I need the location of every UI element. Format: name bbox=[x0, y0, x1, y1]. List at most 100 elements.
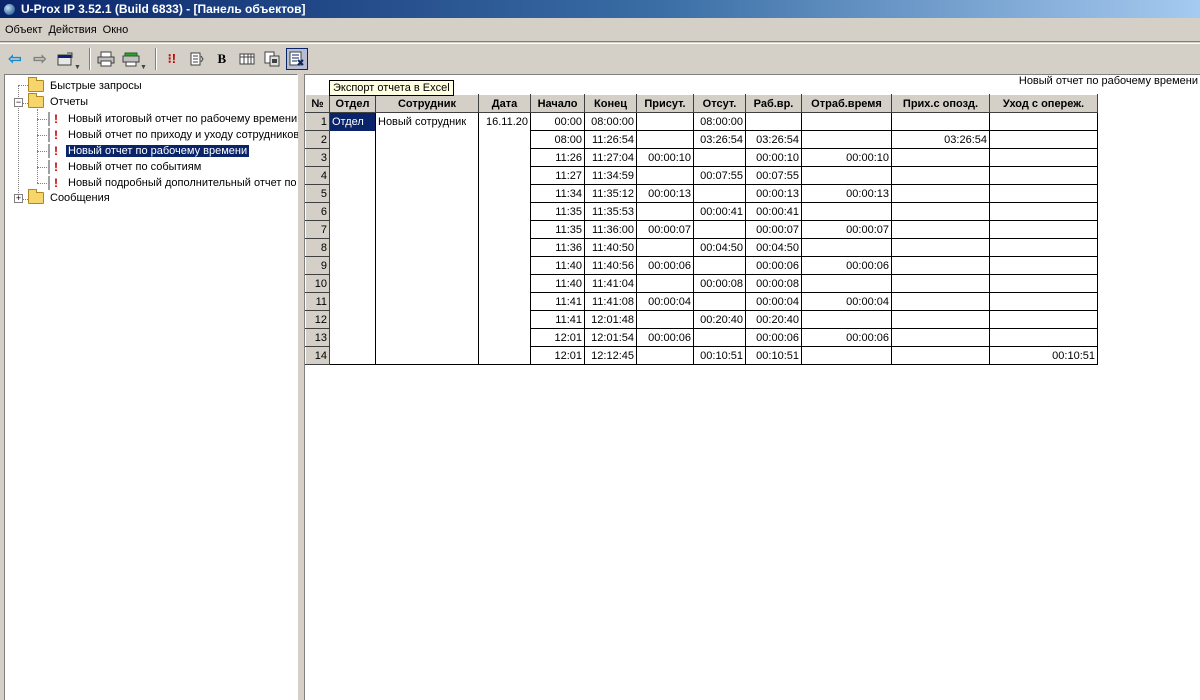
employee-cell[interactable] bbox=[375, 346, 479, 365]
table-cell[interactable]: 08:00:00 bbox=[584, 112, 637, 131]
date-cell[interactable] bbox=[478, 346, 531, 365]
table-cell[interactable]: 00:04:50 bbox=[693, 238, 746, 257]
table-cell[interactable] bbox=[801, 112, 892, 131]
table-cell[interactable]: 00:00:06 bbox=[745, 328, 802, 347]
department-cell[interactable] bbox=[329, 310, 376, 329]
table-cell[interactable]: 00:20:40 bbox=[693, 310, 746, 329]
table-cell[interactable] bbox=[636, 310, 694, 329]
date-cell[interactable] bbox=[478, 202, 531, 221]
table-cell[interactable]: 00:00:13 bbox=[745, 184, 802, 203]
table-cell[interactable]: 00:00:04 bbox=[801, 292, 892, 311]
table-cell[interactable]: 11:34:59 bbox=[584, 166, 637, 185]
date-cell[interactable] bbox=[478, 292, 531, 311]
column-header[interactable]: Отдел bbox=[329, 94, 376, 113]
tree-item-messages[interactable]: Сообщения bbox=[28, 189, 112, 206]
column-header[interactable]: Присут. bbox=[636, 94, 694, 113]
date-cell[interactable] bbox=[478, 130, 531, 149]
table-cell[interactable] bbox=[891, 184, 990, 203]
table-cell[interactable]: 11:40:56 bbox=[584, 256, 637, 275]
table-cell[interactable] bbox=[891, 310, 990, 329]
table-cell[interactable] bbox=[801, 238, 892, 257]
table-cell[interactable]: 11:40 bbox=[530, 274, 585, 293]
table-cell[interactable]: 00:00:10 bbox=[636, 148, 694, 167]
table-cell[interactable]: 00:07:55 bbox=[745, 166, 802, 185]
table-cell[interactable]: 11:41:04 bbox=[584, 274, 637, 293]
row-number[interactable]: 1 bbox=[305, 112, 330, 131]
row-number[interactable]: 11 bbox=[305, 292, 330, 311]
table-cell[interactable] bbox=[693, 256, 746, 275]
table-cell[interactable]: 00:00:06 bbox=[636, 328, 694, 347]
department-cell[interactable] bbox=[329, 130, 376, 149]
tree-item-quick-queries[interactable]: Быстрые запросы bbox=[28, 77, 144, 94]
table-cell[interactable]: 11:35 bbox=[530, 202, 585, 221]
row-number[interactable]: 4 bbox=[305, 166, 330, 185]
properties-dropdown-icon[interactable]: ▼ bbox=[74, 64, 81, 71]
table-cell[interactable] bbox=[636, 166, 694, 185]
table-row[interactable]: 12 11:41 12:01:48 00:20:40 00:20:40 bbox=[305, 310, 1098, 329]
table-cell[interactable]: 00:10:51 bbox=[989, 346, 1098, 365]
table-cell[interactable]: 00:04:50 bbox=[745, 238, 802, 257]
table-cell[interactable] bbox=[989, 328, 1098, 347]
table-cell[interactable]: 00:00:06 bbox=[801, 328, 892, 347]
table-cell[interactable]: 11:41 bbox=[530, 310, 585, 329]
table-cell[interactable] bbox=[636, 130, 694, 149]
table-cell[interactable]: 12:12:45 bbox=[584, 346, 637, 365]
table-cell[interactable] bbox=[693, 328, 746, 347]
employee-cell[interactable] bbox=[375, 184, 479, 203]
table-cell[interactable] bbox=[891, 328, 990, 347]
employee-cell[interactable] bbox=[375, 310, 479, 329]
column-header[interactable]: Сотрудник bbox=[375, 94, 479, 113]
table-cell[interactable]: 11:27:04 bbox=[584, 148, 637, 167]
collapse-icon[interactable]: − bbox=[14, 98, 23, 107]
table-row[interactable]: 4 11:27 11:34:59 00:07:55 00:07:55 bbox=[305, 166, 1098, 185]
date-cell[interactable] bbox=[478, 148, 531, 167]
employee-cell[interactable]: Новый сотрудник bbox=[375, 112, 479, 131]
menu-window[interactable]: Окно bbox=[100, 22, 132, 38]
table-row[interactable]: 1 Отдел Новый сотрудник 16.11.20 00:00 08:00:… bbox=[305, 112, 1098, 131]
table-cell[interactable] bbox=[891, 148, 990, 167]
report-grid[interactable]: № Отдел Сотрудник Дата Начало Конец Присут. Отс… bbox=[305, 94, 1098, 365]
date-cell[interactable] bbox=[478, 238, 531, 257]
table-row[interactable]: 9 11:40 11:40:56 00:00:06 00:00:06 00:00:06 bbox=[305, 256, 1098, 275]
column-header[interactable]: Прих.с опозд. bbox=[891, 94, 990, 113]
column-header[interactable]: № bbox=[305, 94, 330, 113]
table-cell[interactable] bbox=[989, 256, 1098, 275]
table-cell[interactable] bbox=[989, 130, 1098, 149]
column-header[interactable]: Дата bbox=[478, 94, 531, 113]
table-cell[interactable]: 00:07:55 bbox=[693, 166, 746, 185]
table-cell[interactable]: 11:26:54 bbox=[584, 130, 637, 149]
table-row[interactable]: 7 11:35 11:36:00 00:00:07 00:00:07 00:00:07 bbox=[305, 220, 1098, 239]
report-icon[interactable]: ⁝! bbox=[161, 48, 183, 70]
table-cell[interactable] bbox=[989, 292, 1098, 311]
table-cell[interactable] bbox=[801, 130, 892, 149]
table-cell[interactable] bbox=[801, 202, 892, 221]
table-cell[interactable]: 12:01:48 bbox=[584, 310, 637, 329]
table-cell[interactable]: 11:27 bbox=[530, 166, 585, 185]
table-cell[interactable] bbox=[989, 274, 1098, 293]
table-row[interactable]: 8 11:36 11:40:50 00:04:50 00:04:50 bbox=[305, 238, 1098, 257]
employee-cell[interactable] bbox=[375, 274, 479, 293]
table-cell[interactable]: 12:01 bbox=[530, 346, 585, 365]
row-number[interactable]: 5 bbox=[305, 184, 330, 203]
app-icon[interactable] bbox=[3, 2, 16, 16]
employee-cell[interactable] bbox=[375, 148, 479, 167]
department-cell[interactable] bbox=[329, 346, 376, 365]
row-number[interactable]: 10 bbox=[305, 274, 330, 293]
table-cell[interactable] bbox=[891, 112, 990, 131]
table-cell[interactable]: 11:34 bbox=[530, 184, 585, 203]
table-cell[interactable]: 00:00:08 bbox=[745, 274, 802, 293]
back-arrow-icon[interactable]: ⇦ bbox=[4, 48, 26, 70]
employee-cell[interactable] bbox=[375, 292, 479, 311]
table-cell[interactable]: 00:00 bbox=[530, 112, 585, 131]
table-cell[interactable] bbox=[989, 166, 1098, 185]
table-cell[interactable] bbox=[693, 220, 746, 239]
table-cell[interactable]: 00:00:10 bbox=[801, 148, 892, 167]
department-cell[interactable] bbox=[329, 274, 376, 293]
table-cell[interactable]: 11:41 bbox=[530, 292, 585, 311]
table-row[interactable]: 14 12:01 12:12:45 00:10:51 00:10:51 00:10:51 bbox=[305, 346, 1098, 365]
date-cell[interactable] bbox=[478, 166, 531, 185]
object-tree[interactable]: Быстрые запросы − Отчеты ! Новый итоговы… bbox=[4, 74, 299, 700]
department-cell[interactable] bbox=[329, 184, 376, 203]
table-row[interactable]: 10 11:40 11:41:04 00:00:08 00:00:08 bbox=[305, 274, 1098, 293]
employee-cell[interactable] bbox=[375, 130, 479, 149]
